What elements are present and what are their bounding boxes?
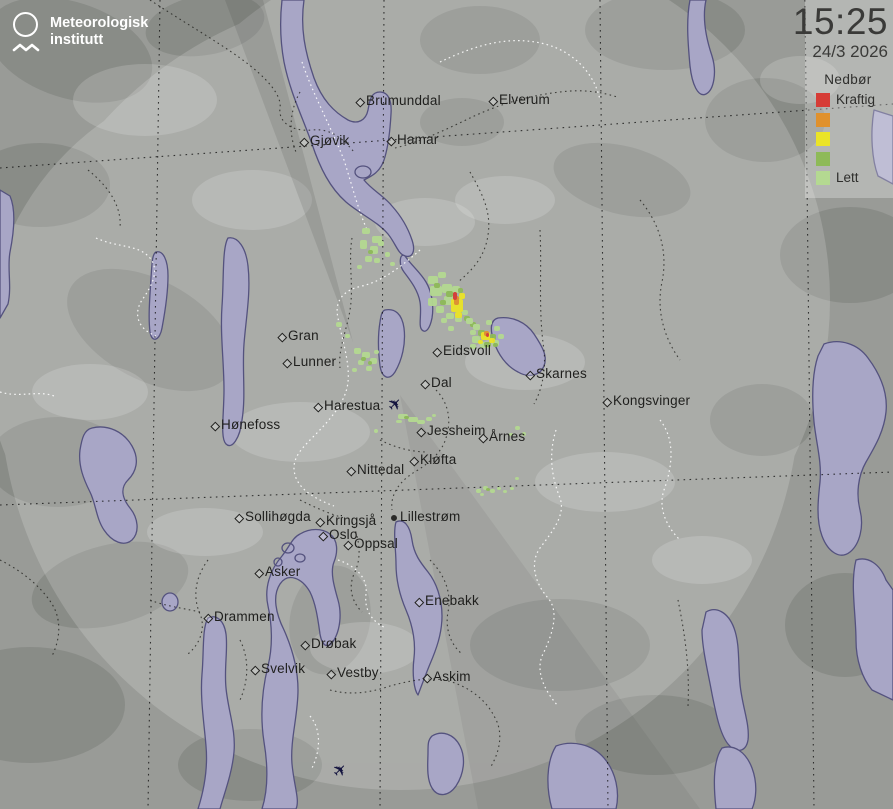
radar-echo-heavy [489,338,495,343]
radar-echo-light [509,433,513,436]
radar-echo-light [522,432,526,436]
radar-echo-moderate [486,488,490,491]
radar-echo-light [446,313,454,319]
radar-echo-light [366,366,372,371]
radar-echo-heavy [478,340,483,344]
radar-echo-light [354,348,361,354]
radar-echo-light [498,334,504,339]
legend-label: Lett [836,170,859,185]
radar-echo-light [396,420,402,423]
time-display: 15:25 [793,2,888,42]
legend-row: Kraftig [808,91,888,111]
legend-swatch-intense [816,113,830,127]
precipitation-legend: Nedbør Kraftig Lett [808,72,888,189]
radar-echo-moderate [484,342,491,347]
radar-echo-moderate [434,283,440,288]
radar-echo-light [473,324,480,330]
radar-echo-moderate [368,361,372,365]
radar-echo-light [476,489,481,493]
radar-echo-light [428,276,438,284]
radar-echo-light [360,240,367,249]
radar-map-app: BrumunddalElverumGjøvikHamarGranLunnerEi… [0,0,893,809]
radar-echo-moderate [404,416,409,419]
radar-echo-light [462,310,468,315]
radar-echo-light [480,493,484,496]
radar-echo-moderate [458,288,463,293]
logo-wave-icon [12,41,40,53]
radar-echo-light [503,490,507,493]
org-name: Meteorologisk institutt [50,15,148,49]
radar-echo-moderate [493,343,498,347]
clock: 15:25 24/3 2026 [793,2,888,62]
radar-echo-light [336,322,342,327]
radar-echo-light [378,241,384,246]
radar-echo-light [417,420,425,424]
legend-row [808,130,888,150]
radar-echo-light [470,330,476,335]
legend-swatch-extreme [816,93,830,107]
radar-echo-light [486,320,492,325]
radar-echo-light [436,306,444,313]
radar-echo-moderate [361,357,366,361]
radar-echo-extreme [453,292,457,300]
org-name-line1: Meteorologisk [50,15,148,32]
radar-echo-light [374,350,379,354]
legend-swatch-moderate [816,152,830,166]
legend-title: Nedbør [808,72,888,87]
radar-echo-moderate [368,250,373,254]
radar-echo-light [448,326,454,331]
radar-echo-light [408,417,418,422]
radar-echo-moderate [440,300,446,305]
radar-echo-moderate [446,291,453,297]
legend-label: Kraftig [836,92,875,107]
radar-echo-light [515,426,520,430]
legend-swatch-light [816,171,830,185]
radar-echo-extreme [486,333,489,337]
radar-echo-light [357,265,362,269]
radar-echo-light [345,334,350,338]
radar-echo-light [470,344,476,349]
radar-echo-light [385,252,390,257]
map-canvas [0,0,893,809]
legend-row [808,150,888,170]
radar-echo-light [374,429,378,433]
legend-swatch-heavy [816,132,830,146]
radar-echo-light [362,228,370,234]
radar-echo-light [515,477,519,480]
radar-echo-light [365,256,372,262]
org-name-line2: institutt [50,32,148,49]
radar-echo-heavy [459,293,465,299]
radar-echo-light [490,489,495,493]
radar-echo-light [352,368,357,372]
radar-echo-light [466,318,473,324]
radar-echo-light [390,262,395,266]
legend-row: Lett [808,169,888,189]
radar-echo-light [497,487,501,490]
radar-echo-light [374,258,380,263]
radar-echo-light [426,417,432,421]
radar-echo-heavy [455,312,462,318]
radar-echo-light [432,414,436,417]
radar-echo-light [441,318,447,323]
legend-row [808,111,888,131]
radar-echo-light [510,487,514,490]
date-display: 24/3 2026 [793,42,888,62]
radar-echo-light [428,298,437,306]
radar-echo-light [494,326,500,331]
radar-echo-light [438,272,446,278]
logo-circle-icon [13,12,38,37]
